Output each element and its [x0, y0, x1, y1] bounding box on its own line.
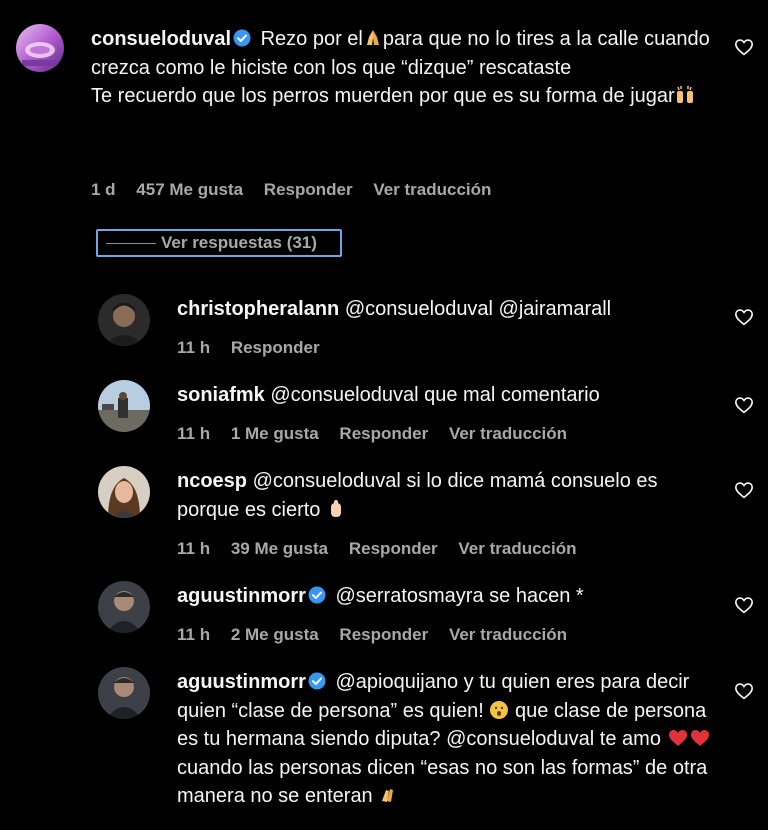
like-heart-icon[interactable] [734, 596, 754, 614]
comment-likes[interactable]: 1 Me gusta [231, 424, 319, 443]
avatar-image [16, 24, 64, 72]
comment-body: soniafmk @consueloduval que mal comentar… [177, 381, 717, 410]
like-heart-icon[interactable] [734, 481, 754, 499]
comment-likes[interactable]: 2 Me gusta [231, 625, 319, 644]
translate-button[interactable]: Ver traducción [449, 424, 567, 443]
comment-username[interactable]: soniafmk [177, 384, 265, 406]
translate-button[interactable]: Ver traducción [458, 539, 576, 558]
like-heart-icon[interactable] [734, 308, 754, 326]
comment-body: consueloduval Rezo por el para que no lo … [91, 25, 721, 111]
red-heart-icon [668, 730, 687, 746]
comment-text-part-3: Te recuerdo que los perros muerden por q… [91, 85, 675, 107]
avatar-image [98, 667, 150, 719]
comment-username[interactable]: consueloduval [91, 28, 231, 50]
verified-badge-icon [308, 672, 326, 690]
avatar-image [98, 466, 150, 518]
comment-time: 11 h [177, 338, 211, 357]
avatar-image [98, 294, 150, 346]
comment-username[interactable]: aguustinmorr [177, 585, 306, 607]
translate-button[interactable]: Ver traducción [373, 180, 491, 199]
comment-time: 11 h [177, 625, 211, 644]
comment-text: @consueloduval que mal comentario [270, 384, 600, 406]
comment-text: @consueloduval si lo dice mamá consuelo … [177, 470, 658, 521]
comment-likes[interactable]: 457 Me gusta [136, 180, 243, 199]
reply-button[interactable]: Responder [349, 539, 438, 558]
avatar[interactable] [98, 667, 150, 719]
comment-body: ncoesp @consueloduval si lo dice mamá co… [177, 467, 717, 524]
surprised-face-icon [490, 700, 509, 719]
view-replies-label: Ver respuestas (31) [161, 233, 317, 252]
like-heart-icon[interactable] [734, 682, 754, 700]
comment-username[interactable]: aguustinmorr [177, 671, 306, 693]
comment-text: @consueloduval @jairamarall [344, 298, 612, 320]
like-heart-icon[interactable] [734, 396, 754, 414]
comment-meta: 1 d 457 Me gusta Responder Ver traducció… [91, 180, 507, 200]
translate-button[interactable]: Ver traducción [449, 625, 567, 644]
comment-time: 11 h [177, 424, 211, 443]
comment-likes[interactable]: 39 Me gusta [231, 539, 328, 558]
reply-button[interactable]: Responder [339, 625, 428, 644]
comment-time: 1 d [91, 180, 116, 199]
divider-line [106, 243, 156, 244]
avatar[interactable] [98, 380, 150, 432]
comment-meta: 11 h 1 Me gusta Responder Ver traducción [177, 424, 583, 444]
raised-hands-icon [676, 86, 693, 103]
reply-button[interactable]: Responder [339, 424, 428, 443]
avatar-image [98, 581, 150, 633]
comment-body: aguustinmorr @apioquijano y tu quien ere… [177, 668, 717, 811]
clapping-hands-icon [382, 789, 394, 802]
view-replies-button[interactable]: Ver respuestas (31) [96, 229, 342, 257]
comment-body: christopheralann @consueloduval @jairama… [177, 295, 717, 324]
avatar-image [98, 380, 150, 432]
comment-text: @serratosmayra se hacen * [335, 585, 584, 607]
like-heart-icon[interactable] [734, 38, 754, 56]
comment-body: aguustinmorr @serratosmayra se hacen * [177, 582, 717, 611]
praying-hands-icon [366, 30, 379, 45]
red-heart-icon [690, 730, 709, 746]
comment-meta: 11 h 2 Me gusta Responder Ver traducción [177, 625, 583, 645]
hand-icon [330, 499, 341, 517]
verified-badge-icon [308, 586, 326, 604]
comment-username[interactable]: christopheralann [177, 298, 339, 320]
reply-button[interactable]: Responder [264, 180, 353, 199]
reply-button[interactable]: Responder [231, 338, 320, 357]
avatar[interactable] [16, 24, 64, 72]
verified-badge-icon [233, 29, 251, 47]
comment-username[interactable]: ncoesp [177, 470, 247, 492]
comment-text-part-3: cuando las personas dicen “esas no son l… [177, 756, 708, 808]
comment-time: 11 h [177, 539, 211, 558]
comment-meta: 11 h Responder [177, 338, 336, 358]
comment-text-part-1: Rezo por el [260, 28, 363, 50]
avatar[interactable] [98, 581, 150, 633]
comment-meta: 11 h 39 Me gusta Responder Ver traducció… [177, 539, 593, 559]
avatar[interactable] [98, 294, 150, 346]
avatar[interactable] [98, 466, 150, 518]
